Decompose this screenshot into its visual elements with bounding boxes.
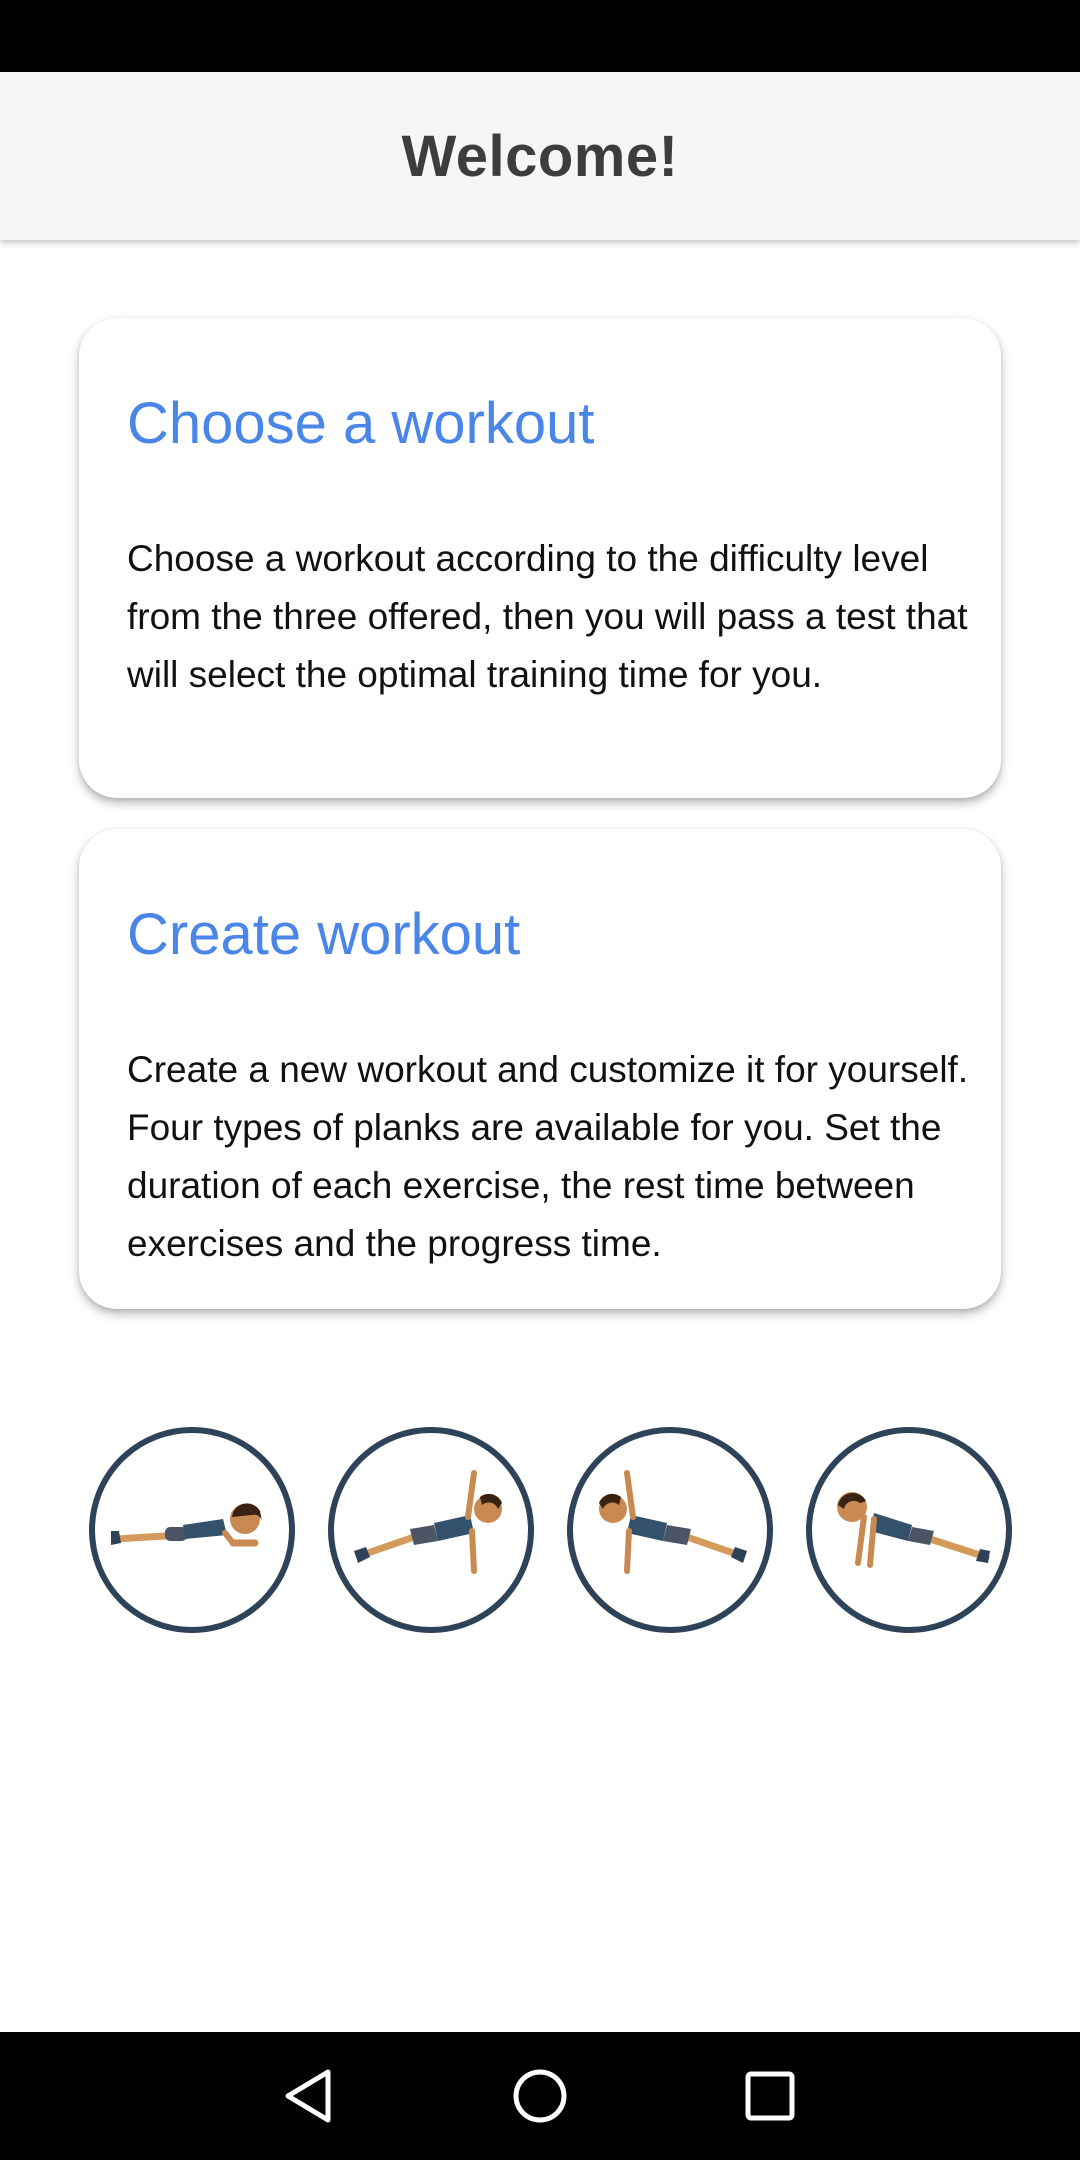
card-description: Create a new workout and customize it fo… [127, 1049, 969, 1264]
side-plank-left-icon [328, 1427, 534, 1633]
card-description: Choose a workout according to the diffic… [127, 538, 968, 695]
card-title: Create workout [127, 902, 521, 967]
side-plank-right-icon [567, 1427, 773, 1633]
status-bar [0, 0, 1080, 72]
page-title: Welcome! [401, 123, 679, 189]
navigation-bar [0, 2032, 1080, 2160]
back-triangle-icon[interactable] [274, 2062, 342, 2130]
high-plank-icon [806, 1427, 1012, 1633]
create-workout-card[interactable]: Create workout Create a new workout and … [79, 829, 1001, 1309]
card-title: Choose a workout [127, 391, 595, 456]
recents-square-icon[interactable] [736, 2062, 804, 2130]
home-circle-icon[interactable] [506, 2062, 574, 2130]
choose-workout-card[interactable]: Choose a workout Choose a workout accord… [79, 318, 1001, 798]
forearm-plank-icon [89, 1427, 295, 1633]
app-bar: Welcome! [0, 72, 1080, 240]
exercise-preview-row [0, 1420, 1080, 1640]
